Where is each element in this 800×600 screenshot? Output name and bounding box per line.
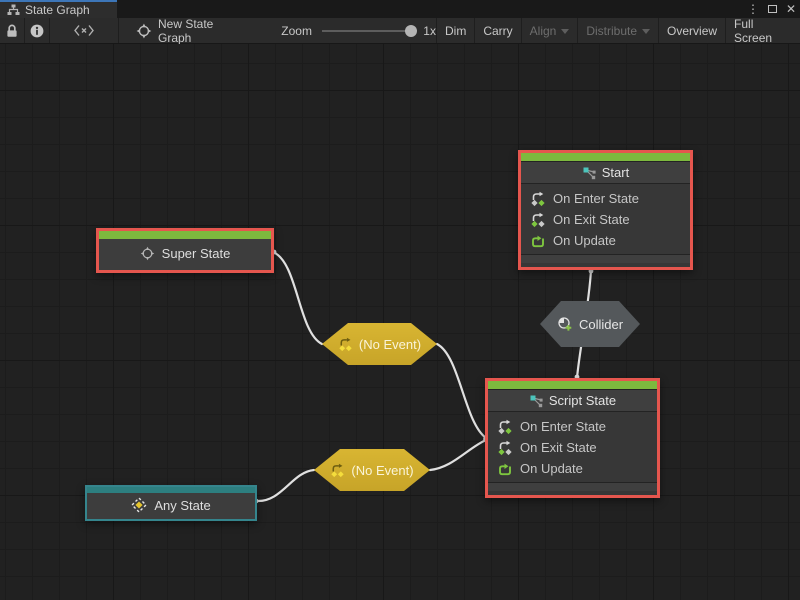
event-label: On Exit State (520, 440, 597, 455)
state-color-bar (488, 381, 657, 389)
toolbar-right-group: Dim Carry Align Distribute Overview Full… (436, 18, 800, 43)
full-screen-label: Full Screen (734, 17, 792, 45)
info-button[interactable] (25, 18, 50, 43)
script-state-icon (582, 166, 596, 180)
node-footer (521, 254, 690, 263)
on-update-icon (530, 233, 546, 249)
lock-icon (4, 23, 20, 39)
wire-anystate-to-transition2[interactable] (257, 470, 314, 501)
align-label: Align (530, 24, 557, 38)
full-screen-button[interactable]: Full Screen (725, 18, 800, 43)
on-enter-state-icon (497, 419, 513, 435)
wire-superstate-to-transition1[interactable] (273, 252, 322, 344)
any-state-icon (131, 497, 147, 513)
on-update-icon (497, 461, 513, 477)
event-row-on-enter-state[interactable]: On Enter State (488, 416, 657, 437)
transition-label: (No Event) (351, 463, 413, 478)
lock-button[interactable] (0, 18, 25, 43)
zoom-slider[interactable] (322, 24, 416, 38)
tab-state-graph[interactable]: State Graph (0, 0, 117, 18)
wire-transition1-to-scriptstate[interactable] (437, 344, 486, 438)
collider-node[interactable]: Collider (540, 301, 640, 347)
event-label: On Enter State (520, 419, 606, 434)
node-super-state[interactable]: Super State (96, 228, 274, 273)
close-icon[interactable]: ✕ (786, 2, 796, 16)
graph-canvas[interactable]: Start On Enter State (0, 44, 800, 600)
node-title: Script State (549, 393, 616, 408)
maximize-icon[interactable] (768, 5, 777, 13)
event-row-on-update[interactable]: On Update (521, 230, 690, 251)
node-title: Start (602, 165, 629, 180)
distribute-label: Distribute (586, 24, 637, 38)
overview-button[interactable]: Overview (658, 18, 725, 43)
zoom-label: Zoom (281, 24, 312, 38)
node-any-state[interactable]: Any State (85, 485, 257, 521)
chevron-down-icon (561, 29, 569, 34)
script-state-icon (529, 394, 543, 408)
state-graph-crosshair-icon (136, 23, 152, 39)
event-label: On Exit State (553, 212, 630, 227)
event-label: On Update (520, 461, 583, 476)
distribute-dropdown[interactable]: Distribute (577, 18, 658, 43)
event-row-on-exit-state[interactable]: On Exit State (488, 437, 657, 458)
event-row-on-update[interactable]: On Update (488, 458, 657, 479)
info-icon (29, 23, 45, 39)
collider-label: Collider (579, 317, 623, 332)
super-state-icon (140, 246, 155, 261)
graph-breadcrumb[interactable]: New State Graph (136, 17, 249, 45)
node-script-state[interactable]: Script State On Enter State (485, 378, 660, 498)
new-graph-label: New State Graph (158, 17, 249, 45)
graph-hierarchy-icon (7, 4, 20, 16)
chevron-down-icon (642, 29, 650, 34)
tab-title: State Graph (25, 3, 90, 17)
transition-label: (No Event) (359, 337, 421, 352)
zoom-slider-handle[interactable] (405, 25, 417, 37)
on-enter-state-icon (530, 191, 546, 207)
dim-button[interactable]: Dim (436, 18, 474, 43)
carry-button[interactable]: Carry (474, 18, 520, 43)
collider-sphere-plus-icon (557, 316, 573, 332)
state-color-bar (99, 231, 271, 239)
align-dropdown[interactable]: Align (521, 18, 578, 43)
on-exit-state-icon (530, 212, 546, 228)
event-label: On Enter State (553, 191, 639, 206)
dim-label: Dim (445, 24, 466, 38)
on-exit-state-icon (497, 440, 513, 456)
node-title: Super State (162, 246, 231, 261)
zoom-value: 1x (423, 24, 436, 38)
event-label: On Update (553, 233, 616, 248)
event-row-on-enter-state[interactable]: On Enter State (521, 188, 690, 209)
event-cycle-icon (338, 337, 353, 352)
event-cycle-icon (330, 463, 345, 478)
window-controls: ⋮ ✕ (747, 0, 796, 18)
overview-label: Overview (667, 24, 717, 38)
wire-transition2-to-scriptstate[interactable] (430, 440, 486, 470)
graph-toolbar: New State Graph Zoom 1x Dim Carry Align … (0, 18, 800, 44)
node-start[interactable]: Start On Enter State (518, 150, 693, 270)
node-title: Any State (154, 498, 210, 513)
node-footer (488, 482, 657, 491)
code-preview-button[interactable] (50, 18, 119, 43)
state-color-bar (521, 153, 690, 161)
event-row-on-exit-state[interactable]: On Exit State (521, 209, 690, 230)
tab-bar: State Graph ⋮ ✕ (0, 0, 800, 18)
state-graph-window: State Graph ⋮ ✕ (0, 0, 800, 600)
code-brackets-icon (73, 24, 95, 37)
window-menu-icon[interactable]: ⋮ (747, 2, 759, 16)
carry-label: Carry (483, 24, 512, 38)
zoom-slider-track[interactable] (322, 30, 416, 32)
